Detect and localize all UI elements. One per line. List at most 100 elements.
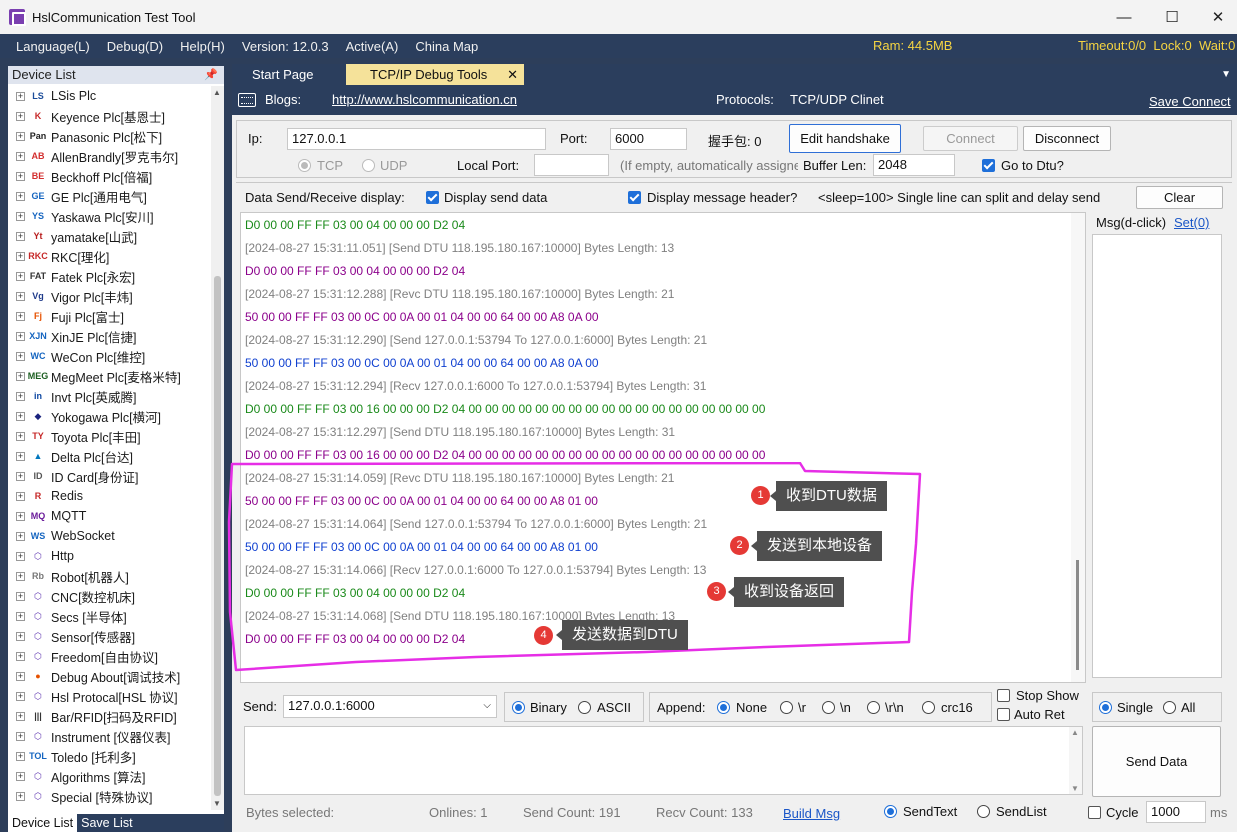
- device-tree-item[interactable]: + ▲ Delta Plc[台达]: [8, 446, 210, 466]
- disconnect-button[interactable]: Disconnect: [1023, 126, 1111, 151]
- expand-icon[interactable]: +: [16, 191, 25, 201]
- expand-icon[interactable]: +: [16, 151, 25, 161]
- menu-active[interactable]: Active(A): [339, 39, 409, 54]
- device-tree-item[interactable]: + R Redis: [8, 486, 210, 506]
- device-tree-item[interactable]: + YS Yaskawa Plc[安川]: [8, 206, 210, 226]
- expand-icon[interactable]: +: [16, 291, 25, 301]
- device-tree-item[interactable]: + K Keyence Plc[基恩士]: [8, 106, 210, 126]
- device-tree-item[interactable]: + ⬡ Special [特殊协议]: [8, 786, 210, 806]
- expand-icon[interactable]: +: [16, 551, 25, 561]
- device-tree-item[interactable]: + ⬡ Sensor[传感器]: [8, 626, 210, 646]
- device-tree-item[interactable]: + RKC RKC[理化]: [8, 246, 210, 266]
- append-crc16-radio[interactable]: [922, 701, 935, 714]
- expand-icon[interactable]: +: [16, 391, 25, 401]
- device-tree-item[interactable]: + ⬡ Hsl Protocal[HSL 协议]: [8, 686, 210, 706]
- ip-input[interactable]: 127.0.0.1: [287, 128, 546, 150]
- auto-ret-checkbox[interactable]: [997, 708, 1010, 721]
- tab-dropdown-icon[interactable]: ▼: [1221, 64, 1231, 85]
- ascii-radio[interactable]: [578, 701, 591, 714]
- device-tree-item[interactable]: + WC WeCon Plc[维控]: [8, 346, 210, 366]
- edit-handshake-button[interactable]: Edit handshake: [789, 124, 901, 153]
- expand-icon[interactable]: +: [16, 111, 25, 121]
- expand-icon[interactable]: +: [16, 771, 25, 781]
- buffer-len-input[interactable]: 2048: [873, 154, 955, 176]
- device-tree-item[interactable]: + ● Debug About[调试技术]: [8, 666, 210, 686]
- device-tree-item[interactable]: + XJN XinJE Plc[信捷]: [8, 326, 210, 346]
- all-radio[interactable]: [1163, 701, 1176, 714]
- build-msg-link[interactable]: Build Msg: [783, 806, 840, 821]
- device-tree-item[interactable]: + Vg Vigor Plc[丰炜]: [8, 286, 210, 306]
- device-tree-item[interactable]: + TY Toyota Plc[丰田]: [8, 426, 210, 446]
- menu-debug[interactable]: Debug(D): [100, 39, 173, 54]
- device-tree-item[interactable]: + FAT Fatek Plc[永宏]: [8, 266, 210, 286]
- expand-icon[interactable]: +: [16, 251, 25, 261]
- append-rn-radio[interactable]: [867, 701, 880, 714]
- tree-scroll-thumb[interactable]: [214, 276, 221, 796]
- log-scrollbar[interactable]: [1071, 213, 1085, 682]
- device-tree-item[interactable]: + Pan Panasonic Plc[松下]: [8, 126, 210, 146]
- msg-set-link[interactable]: Set(0): [1174, 215, 1209, 230]
- udp-radio[interactable]: [362, 159, 375, 172]
- display-header-checkbox[interactable]: [628, 191, 641, 204]
- expand-icon[interactable]: +: [16, 711, 25, 721]
- expand-icon[interactable]: +: [16, 331, 25, 341]
- expand-icon[interactable]: +: [16, 131, 25, 141]
- expand-icon[interactable]: +: [16, 691, 25, 701]
- expand-icon[interactable]: +: [16, 791, 25, 801]
- device-tree-item[interactable]: + WS WebSocket: [8, 526, 210, 546]
- blogs-link[interactable]: http://www.hslcommunication.cn: [332, 92, 517, 107]
- device-tree-item[interactable]: + Fj Fuji Plc[富士]: [8, 306, 210, 326]
- log-scroll-thumb[interactable]: [1076, 560, 1079, 670]
- menu-language[interactable]: Language(L): [9, 39, 100, 54]
- expand-icon[interactable]: +: [16, 371, 25, 381]
- expand-icon[interactable]: +: [16, 411, 25, 421]
- expand-icon[interactable]: +: [16, 211, 25, 221]
- expand-icon[interactable]: +: [16, 731, 25, 741]
- device-tree-item[interactable]: + BE Beckhoff Plc[倍福]: [8, 166, 210, 186]
- send-text-area[interactable]: ▲ ▼: [244, 726, 1083, 795]
- sendtext-radio[interactable]: [884, 805, 897, 818]
- minimize-button[interactable]: —: [1101, 0, 1147, 34]
- device-tree-item[interactable]: + MQ MQTT: [8, 506, 210, 526]
- stop-show-checkbox[interactable]: [997, 689, 1010, 702]
- maximize-button[interactable]: ☐: [1149, 0, 1195, 34]
- expand-icon[interactable]: +: [16, 471, 25, 481]
- device-tree-item[interactable]: + Rb Robot[机器人]: [8, 566, 210, 586]
- pin-icon[interactable]: 📌: [204, 66, 218, 84]
- clear-button[interactable]: Clear: [1136, 186, 1223, 209]
- menu-help[interactable]: Help(H): [173, 39, 235, 54]
- send-text-scrollbar[interactable]: ▲ ▼: [1069, 727, 1082, 794]
- device-tree-item[interactable]: + Yt yamatake[山武]: [8, 226, 210, 246]
- expand-icon[interactable]: +: [16, 351, 25, 361]
- cycle-input[interactable]: 1000: [1146, 801, 1206, 823]
- expand-icon[interactable]: +: [16, 431, 25, 441]
- append-r-radio[interactable]: [780, 701, 793, 714]
- connect-button[interactable]: Connect: [923, 126, 1018, 151]
- msg-list[interactable]: [1092, 234, 1222, 678]
- send-target-select[interactable]: 127.0.0.1:6000 ⌵: [283, 695, 497, 718]
- expand-icon[interactable]: +: [16, 91, 25, 101]
- local-port-input[interactable]: [534, 154, 609, 176]
- expand-icon[interactable]: +: [16, 171, 25, 181]
- expand-icon[interactable]: +: [16, 631, 25, 641]
- go-to-dtu-checkbox[interactable]: [982, 159, 995, 172]
- device-tree-item[interactable]: + ||| Bar/RFID[扫码及RFID]: [8, 706, 210, 726]
- expand-icon[interactable]: +: [16, 591, 25, 601]
- append-n-radio[interactable]: [822, 701, 835, 714]
- tab-tcp-ip-debug[interactable]: TCP/IP Debug Tools ✕: [346, 64, 524, 85]
- device-tree-item[interactable]: + MEG MegMeet Plc[麦格米特]: [8, 366, 210, 386]
- tcp-radio[interactable]: [298, 159, 311, 172]
- expand-icon[interactable]: +: [16, 531, 25, 541]
- expand-icon[interactable]: +: [16, 671, 25, 681]
- expand-icon[interactable]: +: [16, 611, 25, 621]
- tab-start-page[interactable]: Start Page: [240, 64, 325, 85]
- device-tree-item[interactable]: + ID ID Card[身份证]: [8, 466, 210, 486]
- expand-icon[interactable]: +: [16, 651, 25, 661]
- device-tree-item[interactable]: + in Invt Plc[英威腾]: [8, 386, 210, 406]
- device-tree-item[interactable]: + ⬡ Http: [8, 546, 210, 566]
- port-input[interactable]: 6000: [610, 128, 687, 150]
- tab-save-list[interactable]: Save List: [77, 814, 136, 832]
- device-tree-item[interactable]: + ⬡ Instrument [仪器仪表]: [8, 726, 210, 746]
- device-tree-item[interactable]: + ⬡ CNC[数控机床]: [8, 586, 210, 606]
- close-tab-icon[interactable]: ✕: [507, 64, 518, 85]
